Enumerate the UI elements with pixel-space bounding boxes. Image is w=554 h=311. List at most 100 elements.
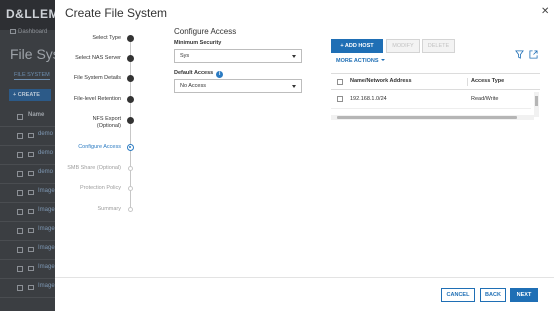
step-complete-dot — [127, 55, 134, 62]
row-name: Image — [38, 207, 55, 213]
chevron-down-icon — [292, 55, 296, 58]
default-access-select[interactable]: No Access — [174, 79, 302, 93]
table-row: Image — [0, 203, 60, 222]
close-icon[interactable]: ✕ — [541, 6, 549, 17]
step-label: NFS Export (Optional) — [92, 116, 121, 129]
row-name: Image — [38, 188, 55, 194]
folder-icon — [28, 209, 34, 214]
column-header-access-type[interactable]: Access Type — [471, 78, 504, 84]
row-name: Image — [38, 283, 55, 289]
back-button[interactable]: BACK — [480, 288, 506, 302]
background-table-header: Name — [0, 108, 60, 127]
checkbox — [17, 209, 23, 215]
add-host-button[interactable]: + ADD HOST — [331, 39, 383, 53]
create-file-system-dialog: Create File System ✕ Select Type Select … — [55, 0, 554, 311]
next-button[interactable]: NEXT — [510, 288, 538, 302]
column-divider — [467, 78, 468, 86]
step-label: SMB Share (Optional) — [67, 165, 121, 171]
step-summary: Summary — [55, 206, 145, 218]
checkbox — [17, 266, 23, 272]
table-row: demo — [0, 165, 60, 184]
table-row: Image — [0, 222, 60, 241]
horizontal-scrollbar[interactable] — [331, 115, 534, 120]
step-protection-policy: Protection Policy — [55, 185, 145, 197]
column-header-name: Name — [28, 112, 45, 118]
table-row: demo — [0, 146, 60, 165]
background-create-button: + CREATE — [9, 89, 51, 101]
step-configure-access: Configure Access — [55, 144, 145, 156]
step-file-level-retention: File-level Retention — [55, 96, 145, 108]
checkbox — [17, 247, 23, 253]
step-pending-dot — [128, 186, 133, 191]
step-nfs-export: NFS Export (Optional) — [55, 116, 145, 132]
host-address: 192.168.1.0/24 — [350, 96, 387, 102]
checkbox — [17, 133, 23, 139]
info-icon[interactable]: i — [216, 71, 224, 78]
more-actions-dropdown[interactable]: MORE ACTIONS — [336, 58, 385, 64]
wizard-stepper: Select Type Select NAS Server File Syste… — [55, 30, 145, 220]
row-name: Image — [38, 226, 55, 232]
step-complete-dot — [127, 96, 134, 103]
checkbox — [17, 285, 23, 291]
minimum-security-value: Sys — [180, 53, 190, 59]
step-select-type: Select Type — [55, 35, 145, 47]
step-complete-dot — [127, 75, 134, 82]
filter-icon[interactable] — [515, 50, 524, 59]
step-label: File-level Retention — [73, 96, 121, 102]
table-header: Name/Network Address Access Type — [331, 74, 540, 90]
dialog-title: Create File System — [65, 6, 168, 20]
folder-icon — [28, 133, 34, 138]
checkbox — [17, 114, 23, 120]
step-label: Select Type — [92, 35, 121, 41]
row-name: Image — [38, 245, 55, 251]
step-label: Summary — [97, 206, 121, 212]
row-name: demo — [38, 131, 54, 137]
checkbox — [17, 228, 23, 234]
step-label: Protection Policy — [80, 185, 121, 191]
minimum-security-select[interactable]: Sys — [174, 49, 302, 63]
row-checkbox[interactable] — [337, 96, 343, 102]
export-icon[interactable] — [529, 50, 538, 59]
table-row[interactable]: 192.168.1.0/24 Read/Write — [331, 91, 531, 109]
host-access-type: Read/Write — [471, 96, 499, 102]
folder-icon — [28, 171, 34, 176]
folder-icon — [28, 228, 34, 233]
minimum-security-label: Minimum Security — [174, 40, 222, 46]
delete-button[interactable]: DELETE — [422, 39, 455, 53]
more-actions-label: MORE ACTIONS — [336, 58, 379, 64]
table-row: Image — [0, 241, 60, 260]
step-label: Select NAS Server — [75, 55, 121, 61]
table-row: Image — [0, 260, 60, 279]
chevron-down-icon — [292, 85, 296, 88]
folder-icon — [28, 266, 34, 271]
scrollbar-thumb[interactable] — [337, 116, 517, 119]
breadcrumb-dashboard: Dashboard — [18, 29, 48, 35]
column-header-address[interactable]: Name/Network Address — [350, 78, 412, 84]
background-tab-file-system: FILE SYSTEM — [14, 72, 50, 80]
modify-button[interactable]: MODIFY — [386, 39, 420, 53]
step-current-dot — [127, 144, 134, 151]
step-pending-dot — [128, 166, 133, 171]
step-select-nas-server: Select NAS Server — [55, 55, 145, 67]
select-all-checkbox[interactable] — [337, 79, 343, 85]
vertical-scrollbar[interactable] — [534, 92, 539, 117]
folder-icon — [28, 285, 34, 290]
scrollbar-thumb[interactable] — [535, 96, 538, 106]
folder-icon — [28, 247, 34, 252]
table-row: demo — [0, 127, 60, 146]
step-pending-dot — [128, 207, 133, 212]
footer-divider — [55, 277, 554, 278]
checkbox — [17, 171, 23, 177]
table-row: Image — [0, 279, 60, 298]
row-name: Image — [38, 264, 55, 270]
row-name: demo — [38, 169, 54, 175]
hosts-table: Name/Network Address Access Type 192.168… — [331, 73, 540, 121]
checkbox — [17, 152, 23, 158]
step-complete-dot — [127, 117, 134, 124]
default-access-value: No Access — [180, 83, 206, 89]
breadcrumb: Dashboard — [10, 29, 47, 35]
chevron-down-icon — [380, 59, 385, 61]
step-label: File System Details — [73, 75, 121, 81]
cancel-button[interactable]: CANCEL — [441, 288, 475, 302]
step-smb-share: SMB Share (Optional) — [55, 165, 145, 177]
